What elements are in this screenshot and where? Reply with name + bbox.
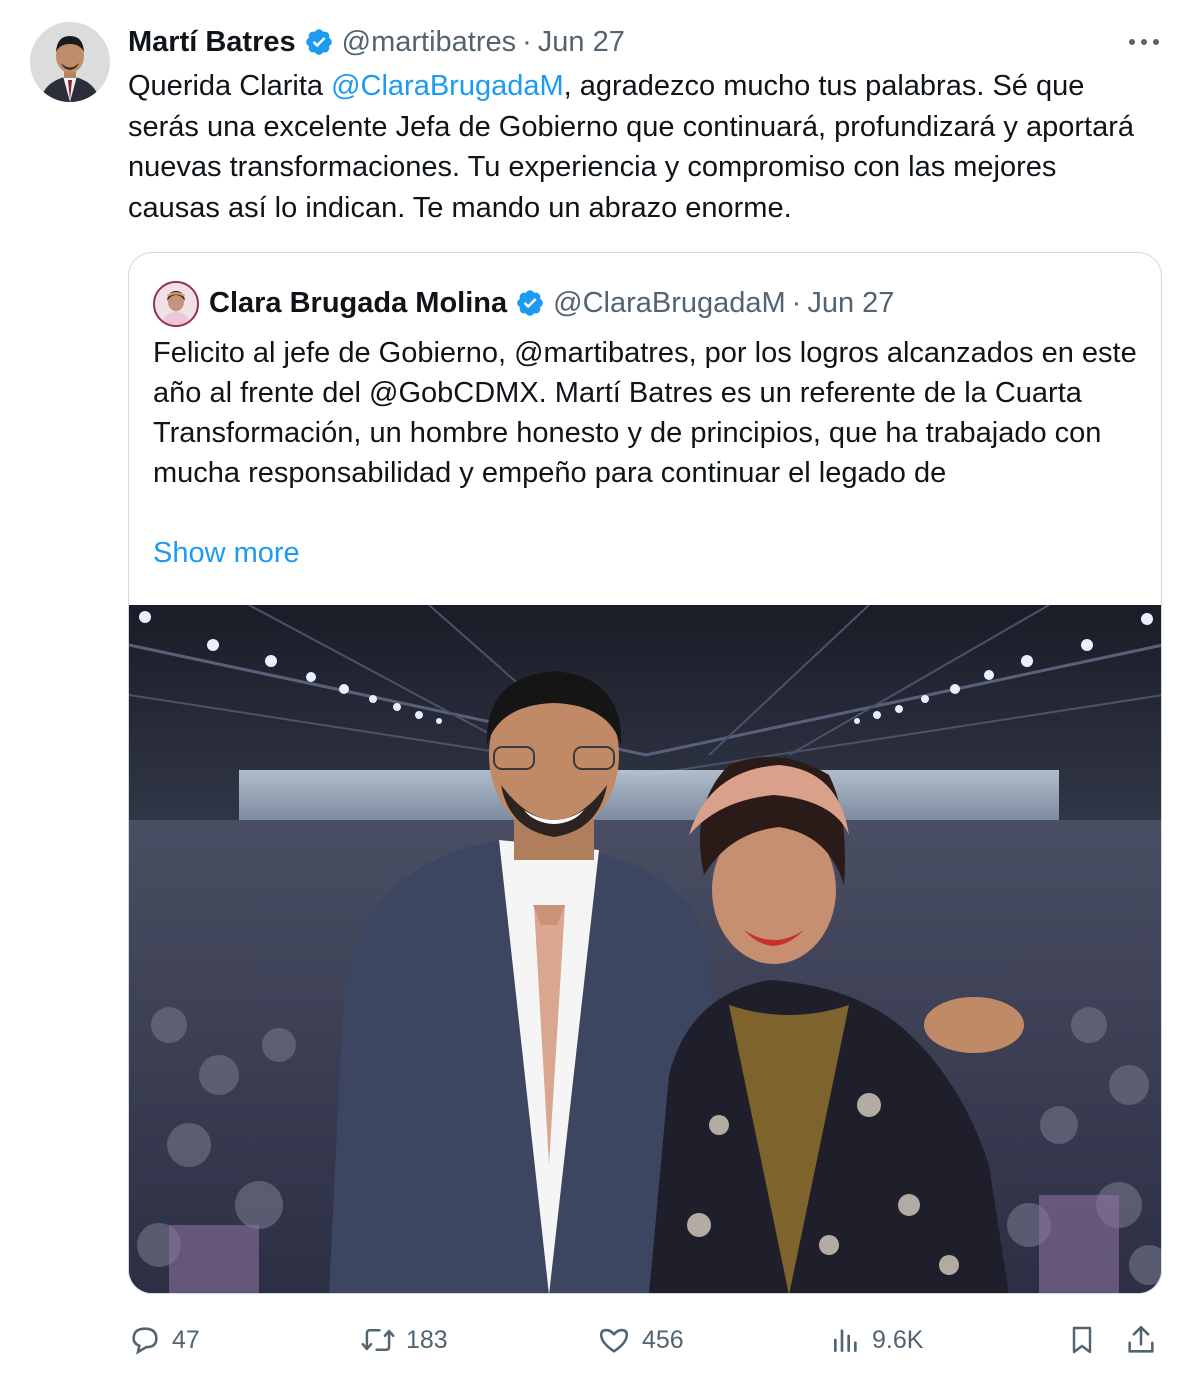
quoted-author-name[interactable]: Clara Brugada Molina [209,285,507,321]
tweet: Martí Batres @martibatres · Jun 27 Queri… [0,0,1190,1382]
quoted-author-handle[interactable]: @ClaraBrugadaM [553,285,786,321]
author-handle[interactable]: @martibatres [342,24,516,60]
verified-badge-icon [515,288,545,318]
tweet-text: Querida Clarita @ClaraBrugadaM, agradezc… [128,66,1148,228]
author-avatar[interactable] [30,22,110,102]
tweet-date[interactable]: Jun 27 [538,24,625,60]
repost-icon [360,1323,396,1357]
verified-badge-icon [304,27,334,57]
bookmark-icon [1066,1323,1098,1357]
heart-icon [596,1323,632,1357]
action-bar: 47 183 456 9.6K [128,1316,1162,1364]
author-name[interactable]: Martí Batres [128,24,296,60]
reply-button[interactable]: 47 [128,1316,200,1364]
separator-dot: · [791,287,802,319]
bookmark-button[interactable] [1066,1316,1098,1364]
quoted-tweet-text: Felicito al jefe de Gobierno, @martibatr… [153,337,1137,489]
quoted-tweet-photo[interactable] [129,605,1161,1293]
reply-icon [128,1323,162,1357]
quoted-tweet-card[interactable]: Clara Brugada Molina @ClaraBrugadaM · Ju… [128,252,1162,1294]
more-horizontal-icon[interactable] [1124,28,1164,56]
repost-button[interactable]: 183 [360,1316,448,1364]
views-chart-icon [830,1324,862,1356]
repost-count: 183 [406,1325,448,1354]
quoted-tweet-header: Clara Brugada Molina @ClaraBrugadaM · Ju… [209,285,894,321]
mention-link[interactable]: @ClaraBrugadaM [331,70,564,102]
quoted-tweet-date[interactable]: Jun 27 [807,285,894,321]
quoted-author-avatar[interactable] [153,281,199,327]
tweet-text-start: Querida Clarita [128,70,332,102]
like-count: 456 [642,1325,684,1354]
share-button[interactable] [1124,1316,1158,1364]
separator-dot: · [522,26,532,58]
show-more-link[interactable]: Show more [153,533,300,573]
views-button[interactable]: 9.6K [830,1316,923,1364]
reply-count: 47 [172,1325,200,1354]
like-button[interactable]: 456 [596,1316,684,1364]
share-icon [1124,1323,1158,1357]
views-count: 9.6K [872,1325,924,1354]
tweet-header: Martí Batres @martibatres · Jun 27 [128,24,625,60]
